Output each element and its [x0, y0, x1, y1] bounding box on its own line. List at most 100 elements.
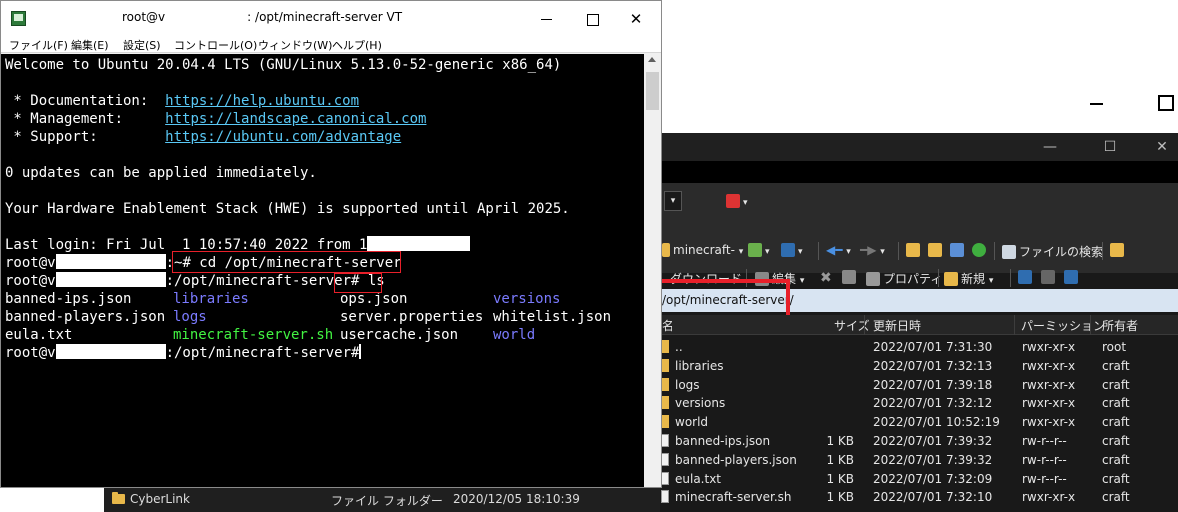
- ls-row: banned-ips.json libraries ops.json versi…: [5, 291, 561, 307]
- terminal-titlebar[interactable]: root@v: /opt/minecraft-server VT ✕: [1, 1, 661, 35]
- file-permissions-cell: rwxr-xr-x: [1022, 396, 1076, 411]
- filter-icon: [781, 243, 795, 257]
- file-row[interactable]: .. 2022/07/01 7:31:30 rwxr-xr-x root: [660, 338, 1178, 357]
- rename-icon: [842, 270, 856, 284]
- fm-delete-button[interactable]: ✖: [820, 270, 832, 286]
- fm-minimize-button[interactable]: —: [1038, 137, 1062, 157]
- background-explorer-row[interactable]: CyberLink ファイル フォルダー 2020/12/05 18:10:39: [104, 486, 664, 512]
- fm-drive-dropdown[interactable]: ▾: [664, 191, 682, 211]
- menu-control[interactable]: コントロール(O): [174, 37, 257, 53]
- terminal-line: Your Hardware Enablement Stack (HWE) is …: [5, 201, 570, 217]
- terminal-scrollbar[interactable]: [644, 54, 661, 487]
- fm-file-search-button[interactable]: ファイルの検索: [1002, 243, 1103, 260]
- file-row[interactable]: libraries 2022/07/01 7:32:13 rwxr-xr-x craf…: [660, 357, 1178, 376]
- header-name[interactable]: 名前: [662, 317, 672, 334]
- menu-file[interactable]: ファイル(F): [9, 37, 68, 53]
- folder-icon: [661, 358, 669, 372]
- scroll-up-arrow-icon[interactable]: [648, 57, 656, 62]
- file-row[interactable]: world 2022/07/01 10:52:19 rwxr-xr-x craft: [660, 413, 1178, 432]
- fm-new-button[interactable]: 新規 ▾: [944, 270, 993, 287]
- file-modified-cell: 2022/07/01 7:39:32: [873, 434, 993, 448]
- other-window-minimize-button[interactable]: [1088, 92, 1106, 112]
- fm-sync-button[interactable]: ▾: [726, 194, 748, 208]
- file-modified-cell: 2022/07/01 7:39:32: [873, 452, 993, 467]
- file-row[interactable]: minecraft-server.sh 1 KB 2022/07/01 7:32:1…: [660, 488, 1178, 507]
- menu-help[interactable]: ヘルプ(H): [332, 37, 382, 53]
- folder-icon: [661, 396, 669, 410]
- fm-home-button[interactable]: [950, 243, 967, 257]
- fm-filter-apply-button[interactable]: [1064, 270, 1081, 284]
- ls-row: banned-players.json logs server.properti…: [5, 309, 612, 325]
- file-owner-cell: craft: [1102, 434, 1130, 448]
- terminal-line: 0 updates can be applied immediately.: [5, 165, 317, 181]
- file-row[interactable]: versions 2022/07/01 7:32:12 rwxr-xr-x craft: [660, 394, 1178, 413]
- folder-icon: [661, 340, 669, 353]
- terminal-close-button[interactable]: ✕: [623, 7, 649, 31]
- support-link[interactable]: https://ubuntu.com/advantage: [165, 129, 401, 145]
- fm-parent-folder-button[interactable]: [906, 243, 923, 257]
- fm-maximize-button[interactable]: ☐: [1098, 137, 1122, 157]
- terminal-minimize-button[interactable]: [533, 7, 559, 31]
- terminal-line: * Documentation: https://help.ubuntu.com: [5, 93, 360, 109]
- fm-rename-button[interactable]: [842, 270, 859, 284]
- ls-row: eula.txt minecraft-server.sh usercache.j…: [5, 327, 536, 343]
- header-modified[interactable]: 更新日時: [873, 317, 921, 334]
- file-row[interactable]: logs 2022/07/01 7:39:18 rwxr-xr-x craft: [660, 376, 1178, 395]
- fm-back-button[interactable]: ◀━ ▾: [826, 243, 851, 257]
- file-owner-cell: craft: [1102, 415, 1130, 430]
- sync-icon: [726, 194, 740, 208]
- file-size-cell: 1 KB: [826, 452, 854, 467]
- file-owner-cell: craft: [1102, 377, 1130, 392]
- file-owner-cell: craft: [1102, 490, 1130, 505]
- terminal-line: root@v:/opt/minecraft-server# ls: [5, 272, 385, 289]
- terminal-app-icon[interactable]: [11, 11, 26, 26]
- folder-icon: [661, 377, 669, 391]
- fm-refresh-button[interactable]: [972, 243, 989, 257]
- file-permissions-cell: rw-r--r--: [1022, 471, 1067, 486]
- file-name-cell: logs: [661, 377, 700, 392]
- fm-folder-dropdown[interactable]: minecraft- ▾: [662, 243, 743, 257]
- fm-properties-button[interactable]: プロパティ: [866, 270, 942, 287]
- header-permissions[interactable]: パーミッション: [1021, 317, 1105, 334]
- fm-titlebar: — ☐ ✕: [660, 133, 1178, 161]
- file-modified-cell: 2022/07/01 7:32:12: [873, 396, 993, 411]
- home-icon: [950, 243, 964, 257]
- header-owner[interactable]: 所有者: [1102, 317, 1138, 334]
- menu-settings[interactable]: 設定(S): [123, 37, 161, 53]
- file-owner-cell: craft: [1102, 358, 1130, 373]
- fm-forward-button[interactable]: ━▶ ▾: [860, 243, 885, 257]
- file-row[interactable]: eula.txt 1 KB 2022/07/01 7:32:09 rw-r--r-- c…: [660, 470, 1178, 489]
- file-permissions-cell: rwxr-xr-x: [1022, 490, 1076, 505]
- parent-folder-icon: [906, 243, 920, 257]
- fm-root-folder-button[interactable]: [928, 243, 945, 257]
- file-name-cell: libraries: [661, 358, 723, 373]
- file-permissions-cell: rwxr-xr-x: [1022, 377, 1076, 392]
- docs-link[interactable]: https://help.ubuntu.com: [165, 93, 359, 109]
- scrollbar-thumb[interactable]: [646, 72, 659, 110]
- menu-window[interactable]: ウィンドウ(W): [258, 37, 332, 53]
- fm-close-button[interactable]: ✕: [1150, 137, 1174, 157]
- file-size-cell: 1 KB: [826, 434, 854, 448]
- file-permissions-cell: rw-r--r--: [1022, 452, 1067, 467]
- cd-command-highlight-box: [172, 251, 401, 273]
- fm-filter-button[interactable]: ▾: [781, 243, 803, 257]
- file-row[interactable]: banned-players.json 1 KB 2022/07/01 7:39:3…: [660, 451, 1178, 470]
- fm-expand-button[interactable]: [1018, 270, 1035, 284]
- fm-open-folder-button[interactable]: ▾: [748, 243, 770, 257]
- file-permissions-cell: rwxr-xr-x: [1022, 415, 1076, 430]
- file-name-cell: versions: [661, 396, 725, 410]
- fm-bookmark-button[interactable]: [1110, 243, 1127, 257]
- other-window-maximize-button[interactable]: [1158, 95, 1174, 111]
- fm-collapse-button[interactable]: [1041, 270, 1058, 284]
- menu-edit[interactable]: 編集(E): [71, 37, 109, 53]
- search-icon: [1002, 245, 1016, 259]
- terminal-line: * Management: https://landscape.canonica…: [5, 111, 427, 127]
- terminal-menubar: ファイル(F) 編集(E) 設定(S) コントロール(O) ウィンドウ(W) ヘ…: [1, 35, 661, 53]
- terminal-title: root@v: /opt/minecraft-server VT: [33, 9, 402, 24]
- delete-icon: ✖: [820, 270, 832, 286]
- file-owner-cell: craft: [1102, 396, 1130, 411]
- management-link[interactable]: https://landscape.canonical.com: [165, 111, 426, 127]
- file-row[interactable]: banned-ips.json 1 KB 2022/07/01 7:39:32 rw-…: [660, 432, 1178, 451]
- minus-icon: [1041, 270, 1055, 284]
- terminal-maximize-button[interactable]: [579, 7, 605, 31]
